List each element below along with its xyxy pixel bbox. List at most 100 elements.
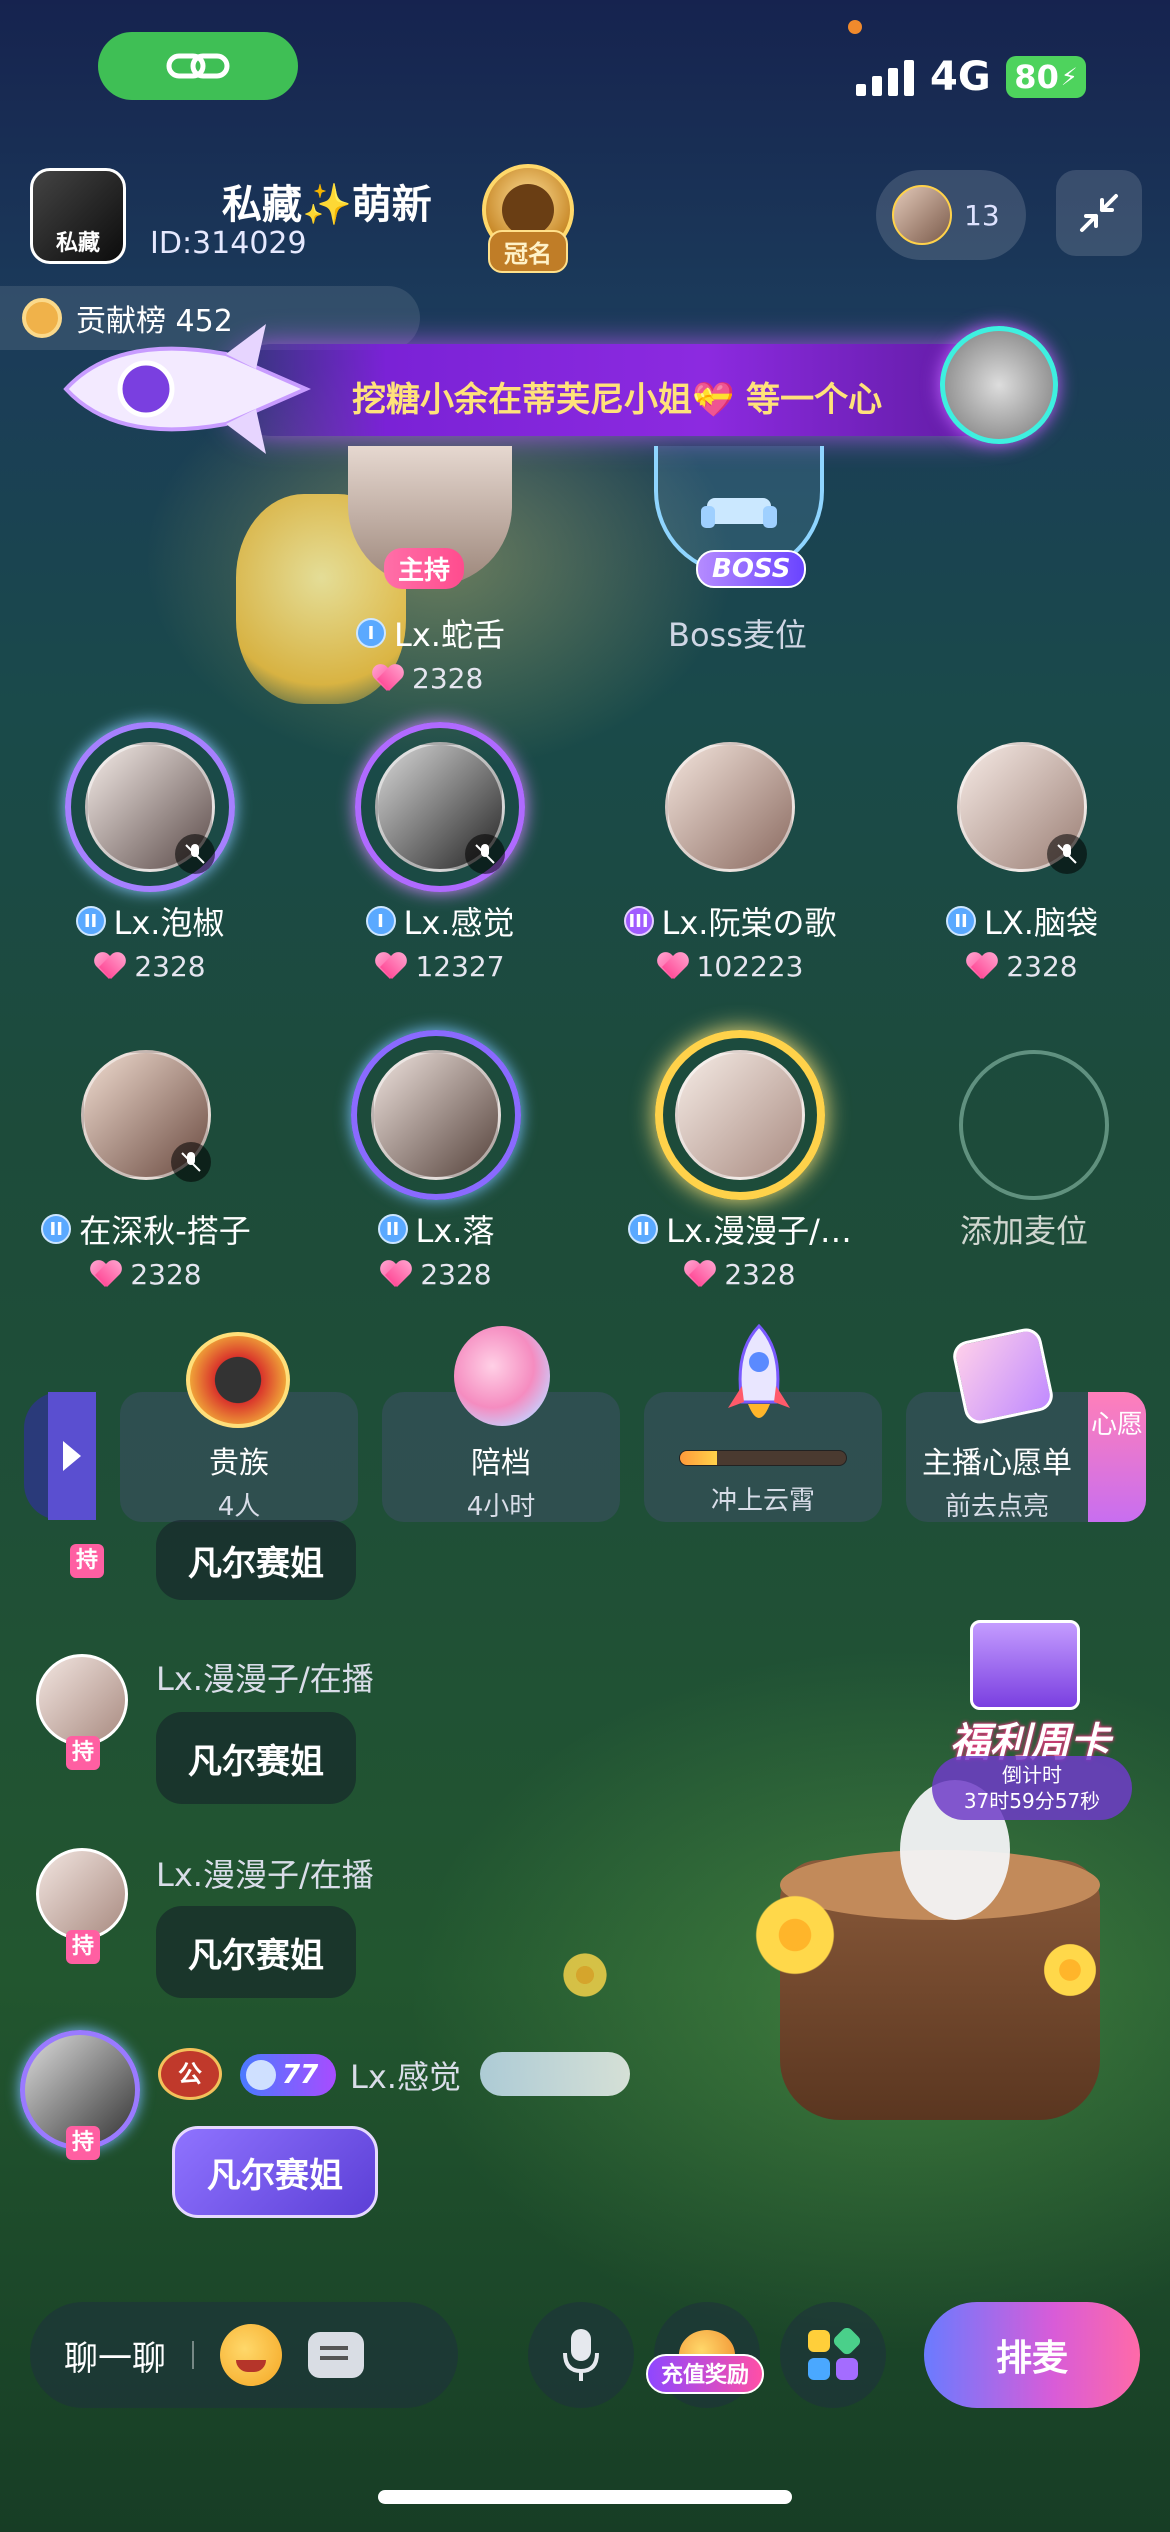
- level-badge-icon: II: [75, 906, 106, 936]
- chat-username[interactable]: Lx.漫漫子/在播: [156, 1654, 374, 1700]
- room-avatar[interactable]: 私藏: [30, 168, 126, 264]
- mic-seat[interactable]: III Lx.阮棠の歌 102223: [610, 722, 850, 983]
- level-badge-icon: II: [41, 1214, 72, 1244]
- seat-score: 2328: [724, 1258, 796, 1291]
- sofa-icon: [701, 498, 777, 528]
- seat-name: Lx.感觉: [403, 904, 515, 942]
- chat-bubble: 凡尔赛姐: [156, 1906, 356, 1998]
- online-user-avatar: [892, 185, 952, 245]
- mic-muted-icon: [465, 834, 505, 874]
- chat-username[interactable]: Lx.感觉: [350, 2052, 461, 2098]
- chevron-right-icon: [63, 1441, 81, 1471]
- home-indicator[interactable]: [378, 2490, 792, 2504]
- signal-icon: [856, 60, 918, 96]
- heart-icon: [372, 665, 404, 693]
- room-name: 私藏✨萌新: [222, 182, 432, 228]
- chat-input-placeholder[interactable]: 聊一聊: [64, 2331, 166, 2380]
- link-status-pill[interactable]: [98, 32, 298, 100]
- recharge-reward-tag[interactable]: 充值奖励: [646, 2354, 764, 2394]
- avatar: [675, 1050, 805, 1180]
- heart-icon: [380, 1261, 412, 1289]
- level-badge-icon: III: [623, 906, 654, 936]
- host-chat-tag: 持: [70, 1544, 104, 1578]
- user-level: 77: [282, 2060, 319, 2090]
- heart-icon: [90, 1261, 122, 1289]
- crown-label: 冠名: [488, 230, 568, 273]
- host-score-row: 2328: [372, 662, 483, 695]
- add-mic-seat[interactable]: 添加麦位: [904, 1030, 1144, 1252]
- chat-username[interactable]: Lx.漫漫子/在播: [156, 1850, 374, 1896]
- flower-decoration: [750, 1890, 840, 1980]
- add-seat-label: 添加麦位: [959, 1212, 1088, 1250]
- host-score: 2328: [412, 662, 484, 695]
- flower-bouquet-icon: [454, 1326, 550, 1426]
- avatar: [665, 742, 795, 872]
- emoji-icon[interactable]: [220, 2324, 282, 2386]
- rocket-icon: [63, 324, 311, 454]
- room-id: ID:314029: [150, 226, 307, 261]
- level-badge-icon: I: [365, 906, 396, 936]
- chat-bubble: 凡尔赛姐: [156, 1520, 356, 1600]
- feature-expand-button[interactable]: [24, 1392, 96, 1520]
- message-icon[interactable]: [308, 2332, 364, 2378]
- level-badge-icon: II: [628, 1214, 659, 1244]
- countdown-label: 倒计时: [1002, 1763, 1062, 1787]
- seat-name: 在深秋-搭子: [79, 1212, 251, 1250]
- gift-broadcast-banner[interactable]: 挖糖小余在蒂芙尼小姐💝 等一个心: [56, 304, 1066, 472]
- shrink-icon: [1080, 194, 1118, 232]
- boss-seat-label: Boss麦位: [668, 616, 807, 654]
- cloud-decoration-icon: [480, 2052, 630, 2096]
- network-type: 4G: [930, 54, 991, 100]
- battery-level: 80: [1014, 58, 1059, 96]
- seat-score: 102223: [696, 950, 804, 983]
- host-chat-tag: 持: [66, 1736, 100, 1770]
- online-users-button[interactable]: 13: [876, 170, 1026, 260]
- room-avatar-label: 私藏: [55, 231, 100, 256]
- mic-muted-icon: [175, 834, 215, 874]
- more-apps-button[interactable]: [780, 2302, 886, 2408]
- minimize-room-button[interactable]: [1056, 170, 1142, 256]
- seat-score: 12327: [415, 950, 505, 983]
- host-tag: 主持: [384, 548, 465, 589]
- companion-title: 陪档: [471, 1446, 531, 1481]
- seat-score: 2328: [130, 1258, 202, 1291]
- mic-seat[interactable]: II 在深秋-搭子 2328: [26, 1030, 266, 1291]
- gift-box-icon: [970, 1620, 1080, 1710]
- wishlist-title: 主播心愿单: [922, 1446, 1072, 1481]
- boss-tag: BOSS: [696, 550, 807, 588]
- chat-avatar[interactable]: [36, 1654, 128, 1746]
- heart-icon: [684, 1261, 716, 1289]
- flower-decoration: [1040, 1940, 1100, 2000]
- seat-score: 2328: [1006, 950, 1078, 983]
- host-name-row: I Lx.蛇舌: [356, 610, 505, 656]
- host-chat-tag: 持: [66, 2126, 100, 2160]
- companion-duration: 4小时: [466, 1492, 536, 1522]
- microphone-button[interactable]: [528, 2302, 634, 2408]
- link-icon: [166, 53, 230, 79]
- wishlist-tab[interactable]: 心愿: [1088, 1392, 1146, 1522]
- rocket-challenge-label: 冲上云霄: [710, 1486, 815, 1516]
- level-badge-icon: II: [946, 906, 977, 936]
- flower-decoration: [560, 1950, 610, 2000]
- host-name: Lx.蛇舌: [394, 616, 505, 654]
- banner-user-avatar: [940, 326, 1058, 444]
- apps-grid-icon: [808, 2328, 860, 2380]
- avatar: [371, 1050, 501, 1180]
- chat-input-bar[interactable]: 聊一聊: [30, 2302, 458, 2408]
- weekly-welfare-card[interactable]: 福利周卡 倒计时 37时59分57秒: [930, 1600, 1150, 1820]
- heart-icon: [94, 953, 126, 981]
- heart-icon: [375, 953, 407, 981]
- nobility-count: 4人: [217, 1492, 261, 1522]
- mic-seat[interactable]: II LX.脑袋 2328: [902, 722, 1142, 983]
- chat-avatar[interactable]: [36, 1848, 128, 1940]
- host-chat-tag: 持: [66, 1930, 100, 1964]
- title-sponsor-badge[interactable]: 冠名: [456, 164, 600, 274]
- user-level-badge: 77: [240, 2054, 336, 2096]
- mic-seat[interactable]: II Lx.漫漫子/… 2328: [620, 1030, 860, 1291]
- mic-seat[interactable]: I Lx.感觉 12327: [320, 722, 560, 983]
- mic-seat[interactable]: II Lx.泡椒 2328: [30, 722, 270, 983]
- mic-seat[interactable]: II Lx.落 2328: [316, 1030, 556, 1291]
- queue-for-mic-button[interactable]: 排麦: [924, 2302, 1140, 2408]
- seat-name: Lx.落: [415, 1212, 495, 1250]
- seat-name: Lx.泡椒: [113, 904, 225, 942]
